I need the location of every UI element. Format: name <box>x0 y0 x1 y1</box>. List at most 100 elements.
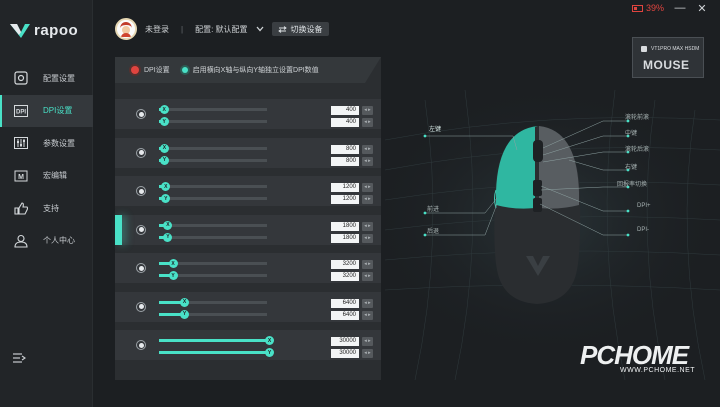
dpi-y-value[interactable]: 400 <box>331 118 359 127</box>
dpi-y-slider[interactable]: Y <box>159 309 267 319</box>
dpi-y-slider[interactable]: Y <box>159 232 267 242</box>
dpi-y-value[interactable]: 1200 <box>331 195 359 204</box>
dpi-radio-button[interactable] <box>136 263 146 273</box>
dpi-x-value[interactable]: 400 <box>331 106 359 115</box>
dpi-y-slider[interactable]: Y <box>159 194 267 203</box>
dpi-y-slider[interactable]: Y <box>159 271 267 280</box>
dpi-row[interactable]: X 1200 ◂ ▸ Y 1200 ◂ ▸ <box>115 176 381 206</box>
dpi-y-value[interactable]: 1800 <box>331 233 359 243</box>
xy-independent-label: 启用横向X轴与纵向Y轴独立设置DPI数值 <box>192 67 319 74</box>
dpi-row[interactable]: X 1800 ◂ ▸ Y 1800 ◂ ▸ <box>115 214 381 245</box>
brand-name: rapoo <box>34 22 79 39</box>
dpi-x-slider[interactable]: X <box>159 220 267 230</box>
sidebar-item-profile[interactable]: 个人中心 <box>0 225 93 258</box>
dpi-x-slider[interactable]: X <box>159 336 274 345</box>
dpi-x-slider[interactable]: X <box>159 259 267 268</box>
dpi-y-value[interactable]: 800 <box>331 156 359 166</box>
close-button[interactable]: ✕ <box>696 2 708 15</box>
dpi-y-value[interactable]: 6400 <box>331 310 359 320</box>
dpi-x-slider[interactable]: X <box>159 105 267 114</box>
dpi-y-value[interactable]: 30000 <box>331 349 359 358</box>
dpi-row[interactable]: X 400 ◂ ▸ Y 400 ◂ ▸ <box>115 99 381 129</box>
dpi-radio-button[interactable] <box>136 224 146 235</box>
slider-handle-x[interactable]: X <box>168 259 178 268</box>
switch-device-button[interactable]: 切换设备 <box>271 22 329 36</box>
slider-handle-y[interactable]: Y <box>265 348 274 357</box>
dpi-row[interactable]: X 6400 ◂ ▸ Y 6400 ◂ ▸ <box>115 291 381 322</box>
label-dpi-plus: DPI+ <box>637 203 651 209</box>
dpi-y-stepper[interactable]: ◂ ▸ <box>362 195 373 204</box>
slider-handle-y[interactable]: Y <box>163 232 173 242</box>
dpi-y-stepper[interactable]: ◂ ▸ <box>362 156 373 166</box>
dpi-x-slider[interactable]: X <box>159 297 267 307</box>
slider-handle-x[interactable]: X <box>265 336 274 345</box>
login-status[interactable]: 未登录 <box>145 24 169 35</box>
dpi-icon: DPI <box>13 103 29 119</box>
thumbs-up-icon <box>13 200 29 216</box>
dpi-y-slider[interactable]: Y <box>159 117 267 126</box>
avatar[interactable] <box>115 18 137 40</box>
slider-handle-x[interactable]: X <box>159 105 169 114</box>
collapse-menu-icon[interactable] <box>12 352 26 364</box>
minimize-button[interactable]: — <box>674 2 686 14</box>
dpi-y-stepper[interactable]: ◂ ▸ <box>362 233 373 243</box>
dpi-y-slider[interactable]: Y <box>159 348 274 357</box>
slider-handle-y[interactable]: Y <box>161 194 171 203</box>
device-card[interactable]: VT1PRO MAX HSDM MOUSE <box>632 37 704 78</box>
dpi-x-value[interactable]: 3200 <box>331 260 359 269</box>
dpi-row[interactable]: X 800 ◂ ▸ Y 800 ◂ ▸ <box>115 137 381 168</box>
dpi-x-value[interactable]: 1800 <box>331 221 359 231</box>
dpi-x-value[interactable]: 800 <box>331 144 359 154</box>
dpi-x-stepper[interactable]: ◂ ▸ <box>362 221 373 231</box>
config-selector[interactable]: 配置: 默认配置 <box>195 24 247 35</box>
slider-handle-x[interactable]: X <box>159 143 169 153</box>
dpi-x-value[interactable]: 1200 <box>331 183 359 192</box>
slider-handle-x[interactable]: X <box>163 220 173 230</box>
sidebar-item-config[interactable]: 配置设置 <box>0 62 93 95</box>
dpi-radio-button[interactable] <box>136 301 146 312</box>
slider-handle-y[interactable]: Y <box>168 271 178 280</box>
sidebar-item-macro[interactable]: M 宏编辑 <box>0 160 93 193</box>
slider-handle-y[interactable]: Y <box>159 155 169 165</box>
dpi-radio-button[interactable] <box>136 340 146 350</box>
sidebar-item-dpi[interactable]: DPI DPI设置 <box>0 94 93 127</box>
battery-indicator: 39% <box>631 3 664 13</box>
dpi-x-stepper[interactable]: ◂ ▸ <box>362 106 373 115</box>
dpi-y-stepper[interactable]: ◂ ▸ <box>362 272 373 281</box>
dpi-radio-button[interactable] <box>136 147 146 158</box>
slider-handle-y[interactable]: Y <box>180 309 190 319</box>
dpi-x-stepper[interactable]: ◂ ▸ <box>362 144 373 154</box>
sidebar-item-support[interactable]: 支持 <box>0 192 93 225</box>
dpi-y-stepper[interactable]: ◂ ▸ <box>362 310 373 320</box>
dpi-row[interactable]: X 3200 ◂ ▸ Y 3200 ◂ ▸ <box>115 253 381 283</box>
dpi-x-value[interactable]: 6400 <box>331 298 359 308</box>
chevron-down-icon[interactable] <box>256 26 264 32</box>
dpi-x-slider[interactable]: X <box>159 143 267 153</box>
dpi-y-stepper[interactable]: ◂ ▸ <box>362 118 373 127</box>
slider-handle-y[interactable]: Y <box>159 117 169 126</box>
dpi-x-stepper[interactable]: ◂ ▸ <box>362 183 373 192</box>
dpi-y-slider[interactable]: Y <box>159 155 267 165</box>
dpi-x-slider[interactable]: X <box>159 182 267 191</box>
battery-level: 39% <box>645 3 664 13</box>
dpi-radio-button[interactable] <box>136 186 146 196</box>
dpi-setting-indicator[interactable]: DPI设置 <box>131 65 170 75</box>
dpi-radio-button[interactable] <box>136 109 146 119</box>
switch-arrows-icon <box>277 25 287 33</box>
dpi-x-stepper[interactable]: ◂ ▸ <box>362 337 373 346</box>
rapoo-logo-icon <box>10 23 30 38</box>
dpi-y-value[interactable]: 3200 <box>331 272 359 281</box>
sidebar-item-params[interactable]: 参数设置 <box>0 127 93 160</box>
toggle-dot-icon <box>181 67 188 73</box>
header-separator: | <box>181 24 184 34</box>
dpi-row[interactable]: X 30000 ◂ ▸ Y 30000 ◂ ▸ <box>115 330 381 360</box>
dpi-x-stepper[interactable]: ◂ ▸ <box>362 260 373 269</box>
label-scroll-forward: 滚轮前滚 <box>625 115 650 121</box>
slider-handle-x[interactable]: X <box>161 182 171 191</box>
active-row-marker <box>115 214 122 245</box>
dpi-y-stepper[interactable]: ◂ ▸ <box>362 349 373 358</box>
dpi-x-stepper[interactable]: ◂ ▸ <box>362 298 373 308</box>
xy-independent-toggle[interactable]: 启用横向X轴与纵向Y轴独立设置DPI数值 <box>181 65 319 75</box>
dpi-x-value[interactable]: 30000 <box>331 337 359 346</box>
slider-handle-x[interactable]: X <box>180 297 190 307</box>
